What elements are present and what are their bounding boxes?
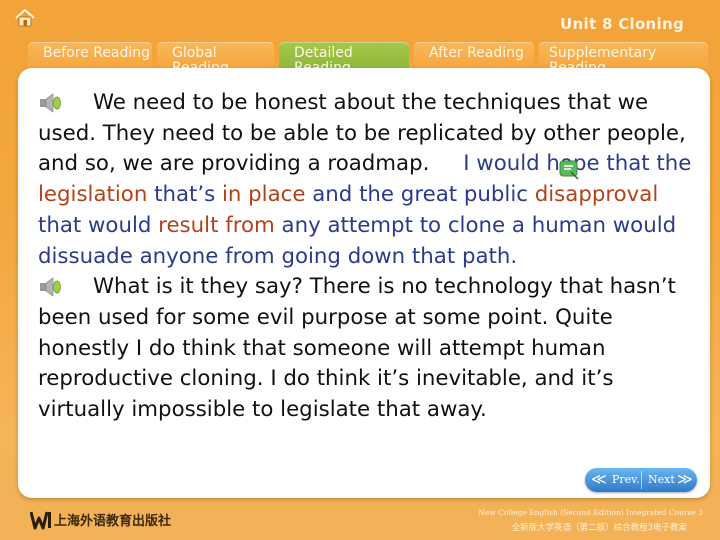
prev-label: Prev. xyxy=(612,473,640,486)
tab-label: After Reading xyxy=(429,45,524,61)
paragraph-first-line: We need to be honest about the technique… xyxy=(93,90,561,115)
tab-label: Before Reading xyxy=(43,45,151,61)
highlight-text: that’s xyxy=(147,182,222,208)
reading-text: We need to be honest about the technique… xyxy=(38,88,698,426)
key-phrase-result-from[interactable]: result from xyxy=(158,213,275,238)
pager: ≪ Prev. Next ≫ xyxy=(585,468,697,492)
publisher-logo: 上海外语教育出版社 xyxy=(30,508,200,532)
key-phrase-disapproval[interactable]: disapproval xyxy=(535,182,659,207)
unit-title: Unit 8 Cloning xyxy=(560,15,684,33)
highlight-text: and the great public xyxy=(305,182,535,208)
note-icon[interactable] xyxy=(557,157,581,181)
prev-button[interactable]: ≪ Prev. xyxy=(585,468,641,492)
home-icon[interactable] xyxy=(15,9,35,27)
next-button[interactable]: Next ≫ xyxy=(642,468,697,492)
speaker-icon[interactable] xyxy=(38,92,64,114)
double-chevron-left-icon: ≪ xyxy=(591,470,607,488)
highlight-text: that would xyxy=(38,212,159,238)
next-label: Next xyxy=(648,473,675,486)
speaker-icon[interactable] xyxy=(38,276,64,298)
paragraph: What is it they say? There is no technol… xyxy=(38,272,698,426)
double-chevron-right-icon: ≫ xyxy=(677,470,693,488)
key-phrase-legislation[interactable]: legislation xyxy=(38,182,147,207)
paragraph: We need to be honest about the technique… xyxy=(38,88,698,272)
key-phrase-in-place[interactable]: in place xyxy=(222,182,305,207)
course-title-cn: 全新版大学英语（第二版）综合教程3电子教案 xyxy=(511,523,687,533)
paragraph-first-line: What is it they say? There is no technol… xyxy=(93,274,603,300)
course-title-en: New College English (Second Edition) Int… xyxy=(478,508,703,517)
publisher-name: 上海外语教育出版社 xyxy=(54,514,172,529)
w-logo-icon xyxy=(30,511,51,530)
